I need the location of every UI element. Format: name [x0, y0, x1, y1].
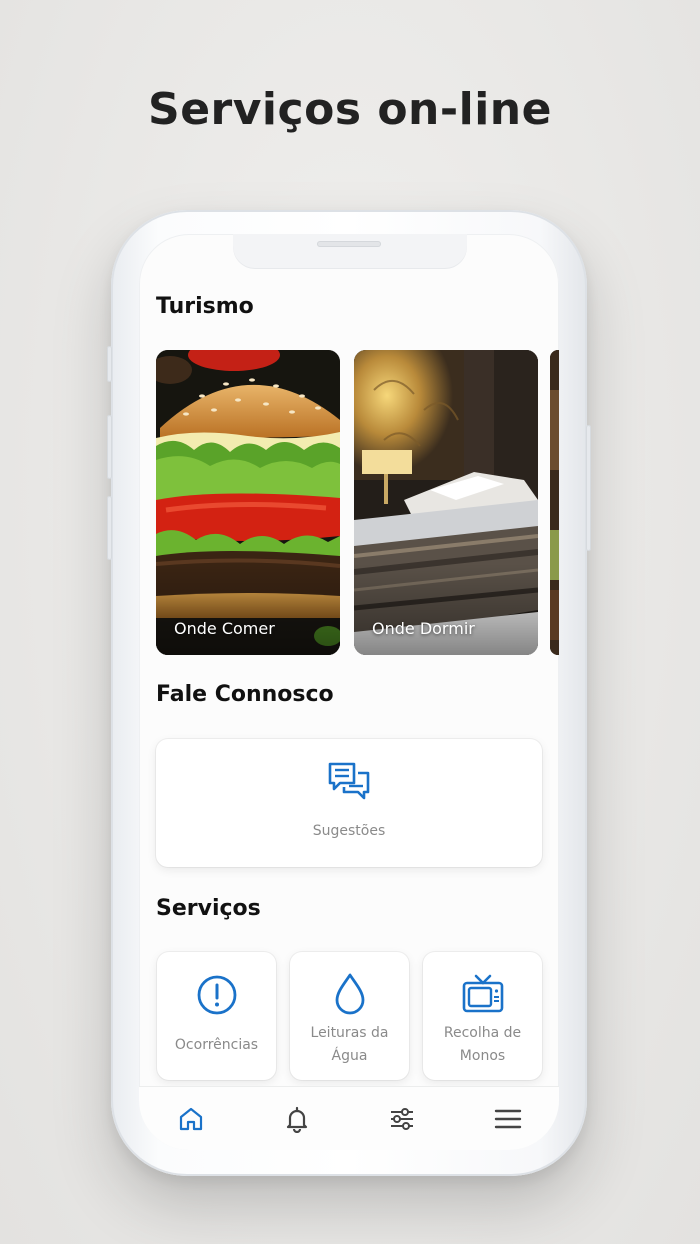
section-title-fale-connosco: Fale Connosco	[156, 682, 334, 707]
service-label-line1: Leituras da	[310, 1025, 389, 1041]
tab-filters[interactable]	[382, 1099, 422, 1139]
tab-menu[interactable]	[488, 1099, 528, 1139]
phone-mockup: Turismo Onde Comer Onde Dormir Fale Conn…	[107, 210, 591, 1176]
service-label: Ocorrências	[174, 1037, 259, 1053]
burger-photo	[156, 350, 340, 655]
service-card-recolha-monos[interactable]: Recolha de Monos	[423, 952, 542, 1080]
tab-notifications[interactable]	[277, 1099, 317, 1139]
section-title-turismo: Turismo	[156, 294, 254, 319]
alert-circle-icon	[197, 975, 236, 1015]
service-label-line2: Água	[331, 1048, 368, 1064]
bell-icon	[286, 1106, 308, 1133]
chat-bubbles-icon	[328, 762, 370, 800]
home-icon	[179, 1107, 203, 1131]
phone-speaker	[317, 241, 381, 247]
tour-card-partial[interactable]	[550, 350, 559, 655]
phone-power-button	[586, 425, 591, 551]
tour-card-label: Onde Comer	[174, 619, 275, 638]
sliders-icon	[391, 1108, 413, 1130]
service-card-leituras-agua[interactable]: Leituras da Água	[290, 952, 409, 1080]
section-title-servicos: Serviços	[156, 896, 261, 921]
app-screen: Turismo Onde Comer Onde Dormir Fale Conn…	[139, 234, 559, 1150]
tv-icon	[462, 974, 503, 1013]
hotel-room-photo	[354, 350, 538, 655]
tour-card-label: Onde Dormir	[372, 619, 475, 638]
tour-card-onde-comer[interactable]: Onde Comer	[156, 350, 340, 655]
phone-notch	[233, 234, 467, 268]
phone-silent-switch	[107, 346, 112, 382]
sugestoes-card[interactable]: Sugestões	[156, 739, 542, 867]
sugestoes-label: Sugestões	[312, 823, 386, 839]
page-headline: Serviços on-line	[148, 84, 552, 135]
partial-card-photo	[550, 350, 559, 655]
service-card-ocorrencias[interactable]: Ocorrências	[157, 952, 276, 1080]
tour-card-onde-dormir[interactable]: Onde Dormir	[354, 350, 538, 655]
service-label-line2: Monos	[459, 1048, 506, 1064]
bottom-tab-bar	[139, 1086, 559, 1150]
turismo-carousel[interactable]: Onde Comer Onde Dormir	[156, 350, 559, 656]
tab-home[interactable]	[171, 1099, 211, 1139]
phone-volume-down	[107, 496, 112, 560]
water-drop-icon	[335, 973, 364, 1015]
phone-volume-up	[107, 415, 112, 479]
menu-icon	[494, 1109, 522, 1129]
service-label-line1: Recolha de	[443, 1025, 522, 1041]
